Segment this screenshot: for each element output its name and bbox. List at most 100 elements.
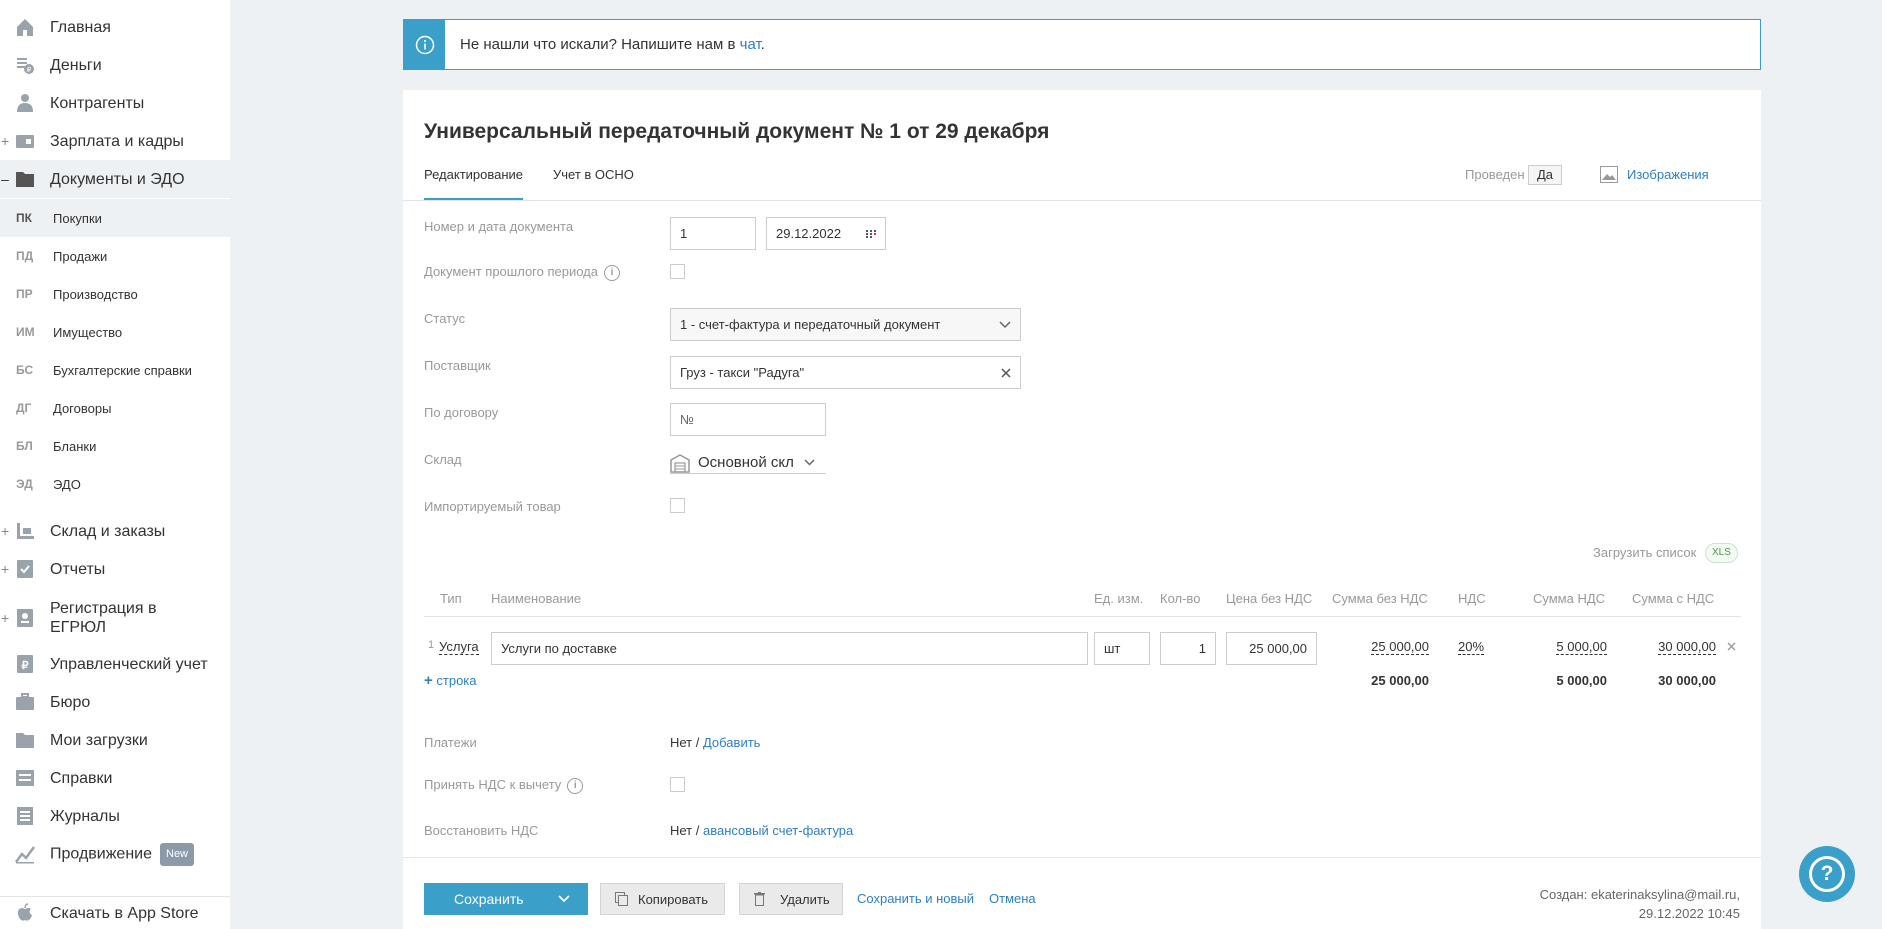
total-sum: 25 000,00 (1371, 673, 1429, 688)
sidebar-subitem-contracts[interactable]: ДГ Договоры (0, 389, 230, 427)
sidebar-subitem-sales[interactable]: ПД Продажи (0, 237, 230, 275)
add-row-button[interactable]: + строка (424, 672, 477, 689)
tab-osno[interactable]: Учет в ОСНО (553, 167, 634, 182)
sidebar-item-label: Деньги (50, 56, 102, 74)
sidebar-item-app-store[interactable]: Скачать в App Store (0, 894, 230, 929)
imported-goods-checkbox[interactable] (670, 498, 685, 513)
xls-upload-button[interactable]: XLS (1705, 543, 1738, 563)
subitem-label: Бланки (53, 438, 97, 454)
sidebar-item-journals[interactable]: Журналы (0, 797, 230, 835)
row-vat-sum[interactable]: 5 000,00 (1556, 639, 1607, 655)
add-row-label: строка (436, 673, 477, 688)
apple-icon (17, 903, 32, 921)
info-icon[interactable]: i (567, 777, 584, 794)
save-and-new-button[interactable]: Сохранить и новый (857, 891, 974, 906)
posted-toggle[interactable]: Да (1528, 165, 1563, 185)
expand-icon[interactable]: + (1, 610, 9, 626)
sidebar-subitem-edo[interactable]: ЭД ЭДО (0, 465, 230, 503)
promotion-label: Продвижение (50, 845, 152, 863)
info-icon[interactable]: i (604, 264, 620, 281)
clear-icon[interactable] (1001, 367, 1011, 378)
chat-link[interactable]: чат (740, 36, 761, 53)
sidebar-item-label: Скачать в App Store (50, 904, 199, 922)
plus-icon: + (424, 672, 433, 689)
sidebar-subitem-forms[interactable]: БЛ Бланки (0, 427, 230, 465)
past-period-checkbox[interactable] (670, 264, 685, 279)
col-vat: НДС (1458, 591, 1486, 606)
image-icon (1600, 166, 1618, 183)
sidebar-item-warehouse[interactable]: + Склад и заказы (0, 512, 230, 550)
created-info: Создан: ekaterinaksylina@mail.ru, 29.12.… (1539, 887, 1740, 921)
home-icon (17, 19, 33, 36)
sidebar-item-uploads[interactable]: Мои загрузки (0, 721, 230, 759)
contractors-icon (17, 94, 33, 112)
sidebar-item-bureau[interactable]: Бюро (0, 683, 230, 721)
warehouse-icon (17, 523, 34, 539)
chevron-down-icon[interactable] (558, 895, 570, 903)
row-vat-select[interactable]: 20% (1458, 639, 1485, 655)
sidebar-item-registration[interactable]: + Регистрация в ЕГРЮЛ (0, 598, 230, 638)
calendar-icon[interactable] (866, 229, 876, 238)
row-name-input[interactable]: Услуги по доставке (491, 632, 1088, 665)
expand-icon[interactable]: + (1, 561, 9, 577)
warehouse-select[interactable]: Основной скл (670, 452, 826, 474)
past-period-label: Документ прошлого периода i (424, 264, 620, 281)
save-button[interactable]: Сохранить (424, 883, 588, 915)
sidebar-item-promotion[interactable]: Продвижение New (0, 835, 230, 873)
warehouse-icon (670, 453, 690, 473)
salary-icon (16, 135, 34, 148)
sidebar-item-home[interactable]: Главная (0, 8, 230, 46)
row-unit-input[interactable]: шт (1094, 632, 1150, 665)
document-number-input[interactable]: 1 (670, 217, 756, 250)
sidebar-item-label: Продвижение New (50, 842, 195, 866)
copy-icon (615, 892, 628, 906)
payments-value: Нет / Добавить (670, 735, 761, 750)
sidebar-subitem-property[interactable]: ИМ Имущество (0, 313, 230, 351)
sidebar-item-money[interactable]: ₽ Деньги (0, 46, 230, 84)
contract-input[interactable]: № (670, 403, 826, 436)
row-total[interactable]: 30 000,00 (1658, 639, 1716, 655)
sidebar-item-documents[interactable]: – Документы и ЭДО (0, 160, 230, 198)
expand-icon[interactable]: + (1, 133, 9, 149)
sidebar-item-reports[interactable]: + Отчеты (0, 550, 230, 588)
imported-goods-label: Импортируемый товар (424, 499, 561, 514)
warehouse-value: Основной скл (698, 454, 794, 471)
subitem-label: Покупки (53, 210, 102, 226)
delete-row-icon[interactable] (1727, 642, 1736, 651)
sidebar-item-management[interactable]: ₽ Управленческий учет (0, 645, 230, 683)
images-link[interactable]: Изображения (1600, 166, 1709, 183)
subitem-label: Бухгалтерские справки (53, 362, 192, 378)
accept-vat-checkbox[interactable] (670, 777, 685, 792)
sidebar-item-contractors[interactable]: Контрагенты (0, 84, 230, 122)
sidebar-item-label: Документы и ЭДО (50, 170, 185, 188)
registration-icon (17, 609, 33, 627)
col-name: Наименование (491, 591, 582, 606)
banner-text: Не нашли что искали? Напишите нам в чат. (460, 36, 765, 53)
sidebar-subitem-production[interactable]: ПР Производство (0, 275, 230, 313)
document-date-input[interactable]: 29.12.2022 (766, 217, 886, 250)
copy-button[interactable]: Копировать (600, 883, 725, 915)
sidebar-item-label: Регистрация в ЕГРЮЛ (50, 600, 157, 636)
row-qty-input[interactable]: 1 (1160, 632, 1216, 665)
sidebar-subitem-accounting-certificates[interactable]: БС Бухгалтерские справки (0, 351, 230, 389)
advance-invoice-link[interactable]: авансовый счет-фактура (703, 823, 853, 838)
supplier-input[interactable]: Груз - такси "Радуга" (670, 356, 1021, 389)
expand-icon[interactable]: + (1, 523, 9, 539)
sidebar-item-certificates[interactable]: Справки (0, 759, 230, 797)
info-icon (404, 20, 445, 69)
add-payment-link[interactable]: Добавить (703, 735, 760, 750)
status-label: Статус (424, 311, 466, 326)
sidebar-subitem-purchases[interactable]: ПК Покупки (0, 199, 230, 237)
subitem-abbr: ПК (16, 211, 32, 225)
row-price-input[interactable]: 25 000,00 (1226, 632, 1317, 665)
tab-edit[interactable]: Редактирование (424, 167, 523, 182)
status-select[interactable]: 1 - счет-фактура и передаточный документ (670, 308, 1021, 341)
help-button[interactable]: ? (1799, 846, 1855, 902)
sidebar-item-label: Управленческий учет (50, 655, 208, 673)
collapse-icon[interactable]: – (1, 171, 9, 187)
subitem-abbr: БЛ (16, 439, 33, 453)
row-type-select[interactable]: Услуга (439, 639, 479, 655)
cancel-button[interactable]: Отмена (989, 891, 1036, 906)
sidebar-item-salary[interactable]: + Зарплата и кадры (0, 122, 230, 160)
delete-button[interactable]: Удалить (739, 883, 843, 915)
